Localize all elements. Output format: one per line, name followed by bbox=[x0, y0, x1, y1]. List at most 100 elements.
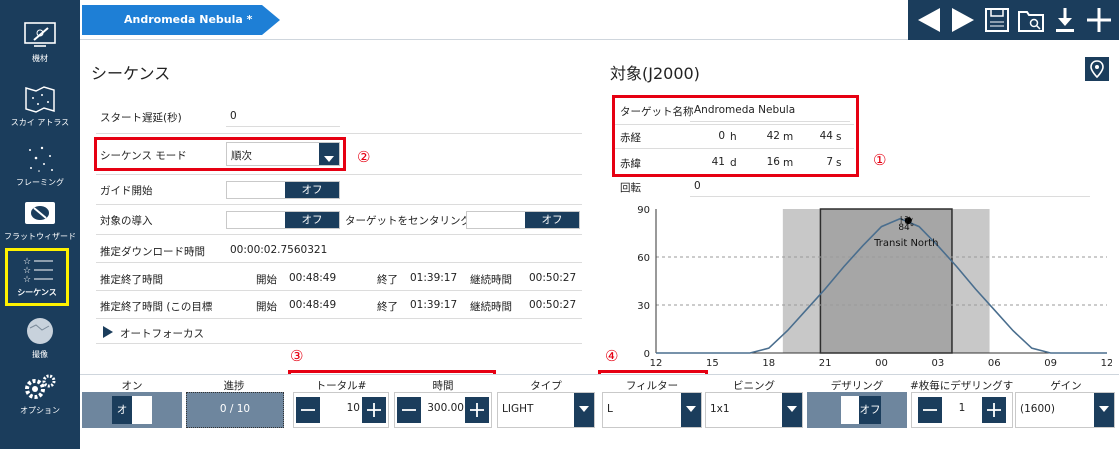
type-select[interactable]: LIGHT bbox=[497, 392, 595, 428]
prev-icon[interactable] bbox=[914, 4, 944, 36]
chevron-down-icon bbox=[782, 393, 802, 427]
start-delay-underline bbox=[226, 126, 340, 127]
col-header-dither-every: #枚毎にデザリングする bbox=[910, 380, 1014, 392]
expand-triangle-icon[interactable] bbox=[103, 326, 113, 338]
on-toggle-state: オン bbox=[112, 396, 132, 444]
download-icon[interactable] bbox=[1050, 4, 1080, 36]
sidebar-item-label: オプション bbox=[20, 406, 60, 415]
x-tick-label: 15 bbox=[706, 358, 719, 369]
duration-word: 継続時間 bbox=[470, 274, 512, 286]
col-header-binning: ビニング bbox=[733, 380, 775, 392]
sidebar-item-label: フラットウィザード bbox=[4, 232, 76, 241]
dither-toggle[interactable]: オフ bbox=[807, 392, 907, 428]
col-header-total: トータル# bbox=[315, 380, 367, 392]
highlight-box bbox=[612, 95, 859, 177]
chevron-down-icon bbox=[574, 393, 594, 427]
add-icon[interactable] bbox=[1084, 4, 1114, 36]
plus-button[interactable] bbox=[982, 397, 1006, 423]
altitude-chart: 906030012 15 18 21 00 03 06 09 12 ﾄﾗﾝ84°Transit … bbox=[637, 205, 1112, 369]
toggle-state: オフ bbox=[525, 212, 579, 228]
minus-icon bbox=[301, 409, 315, 411]
x-tick-label: 09 bbox=[1044, 358, 1057, 369]
minus-button[interactable] bbox=[918, 397, 942, 423]
star-map-icon bbox=[25, 86, 55, 113]
location-button[interactable] bbox=[1085, 57, 1109, 81]
slew-toggle[interactable]: オフ bbox=[226, 211, 340, 229]
divider bbox=[96, 343, 582, 344]
exposure-time-value[interactable]: 300.00 bbox=[422, 402, 464, 414]
sidebar-item-equipment[interactable]: 機材 bbox=[0, 14, 80, 74]
center-target-toggle[interactable]: オフ bbox=[466, 211, 580, 229]
est-duration: 00:50:27 bbox=[529, 272, 577, 284]
sidebar-item-framing[interactable]: フレーミング bbox=[0, 138, 80, 198]
sidebar-item-options[interactable]: オプション bbox=[0, 366, 80, 426]
duration-word: 継続時間 bbox=[470, 301, 512, 313]
rotation-underline bbox=[690, 196, 1090, 197]
start-delay-input[interactable]: 0 bbox=[230, 110, 237, 122]
plus-button[interactable] bbox=[362, 397, 386, 423]
col-header-type: タイプ bbox=[530, 380, 562, 392]
est-target-end-time: 01:39:17 bbox=[410, 299, 458, 311]
est-end-label: 推定終了時間 bbox=[100, 274, 163, 286]
plus-button[interactable] bbox=[465, 397, 489, 423]
progress-value: 0 / 10 bbox=[219, 403, 251, 415]
tab-target[interactable]: Andromeda Nebula * bbox=[82, 5, 280, 35]
next-icon[interactable] bbox=[948, 4, 978, 36]
exposure-time-stepper[interactable]: 300.00 bbox=[394, 392, 492, 428]
sidebar-item-label: スカイ アトラス bbox=[10, 118, 70, 127]
sidebar-item-sky-atlas[interactable]: スカイ アトラス bbox=[0, 78, 80, 138]
marker-2: ② bbox=[357, 148, 371, 166]
divider bbox=[96, 234, 582, 235]
total-stepper[interactable]: 10 bbox=[293, 392, 389, 428]
guide-start-toggle[interactable]: オフ bbox=[226, 181, 340, 199]
type-value: LIGHT bbox=[502, 403, 534, 415]
est-end-target-label: 推定終了時間 (この目標 bbox=[100, 301, 213, 313]
est-target-duration: 00:50:27 bbox=[529, 299, 577, 311]
on-toggle[interactable]: オン bbox=[82, 392, 182, 444]
sidebar-item-label: フレーミング bbox=[16, 178, 64, 187]
toggle-state: オフ bbox=[285, 182, 339, 198]
total-value[interactable]: 10 bbox=[322, 402, 360, 414]
tab-label: Andromeda Nebula * bbox=[124, 13, 253, 26]
chevron-down-icon bbox=[1094, 393, 1114, 427]
binning-select[interactable]: 1x1 bbox=[705, 392, 803, 428]
telescope-icon bbox=[24, 22, 56, 47]
map-pin-icon bbox=[1090, 60, 1104, 79]
autofocus-label[interactable]: オートフォーカス bbox=[120, 326, 204, 341]
sidebar-item-sequence[interactable]: ☆ ☆ ☆ シーケンス bbox=[5, 248, 69, 306]
sidebar-item-flat-wizard[interactable]: フラットウィザード bbox=[0, 192, 80, 252]
minus-icon bbox=[923, 409, 937, 411]
download-time-value: 00:00:02.7560321 bbox=[230, 244, 328, 256]
dither-toggle-state: オフ bbox=[859, 396, 881, 424]
divider bbox=[96, 204, 582, 205]
highlight-box bbox=[94, 137, 346, 171]
progress-cell: 0 / 10 bbox=[186, 392, 284, 428]
night-band bbox=[819, 208, 953, 354]
minus-button[interactable] bbox=[296, 397, 320, 423]
sidebar-item-label: シーケンス bbox=[17, 288, 57, 297]
col-header-dither: デザリング bbox=[830, 380, 884, 392]
plus-icon bbox=[470, 403, 484, 417]
divider bbox=[96, 290, 582, 291]
minus-icon bbox=[402, 409, 416, 411]
dither-every-value[interactable]: 1 bbox=[944, 402, 980, 414]
minus-button[interactable] bbox=[397, 397, 421, 423]
slew-label: 対象の導入 bbox=[100, 215, 153, 227]
open-folder-icon[interactable] bbox=[1016, 4, 1046, 36]
end-word: 終了 bbox=[377, 274, 398, 286]
x-tick-label: 21 bbox=[819, 358, 832, 369]
chevron-down-icon bbox=[681, 393, 701, 427]
toolbar bbox=[908, 0, 1119, 40]
save-icon[interactable] bbox=[982, 4, 1012, 36]
framing-icon bbox=[29, 146, 53, 172]
col-header-filter: フィルター bbox=[625, 380, 679, 392]
sidebar-item-imaging[interactable]: 撮像 bbox=[0, 310, 80, 370]
dither-every-stepper[interactable]: 1 bbox=[911, 392, 1013, 428]
gain-select[interactable]: (1600) bbox=[1015, 392, 1115, 428]
x-tick-label: 00 bbox=[875, 358, 888, 369]
sidebar-item-label: 撮像 bbox=[32, 350, 48, 359]
rotation-input[interactable]: 0 bbox=[694, 180, 701, 192]
filter-select[interactable]: L bbox=[602, 392, 702, 428]
divider bbox=[96, 262, 582, 263]
start-word: 開始 bbox=[256, 274, 277, 286]
